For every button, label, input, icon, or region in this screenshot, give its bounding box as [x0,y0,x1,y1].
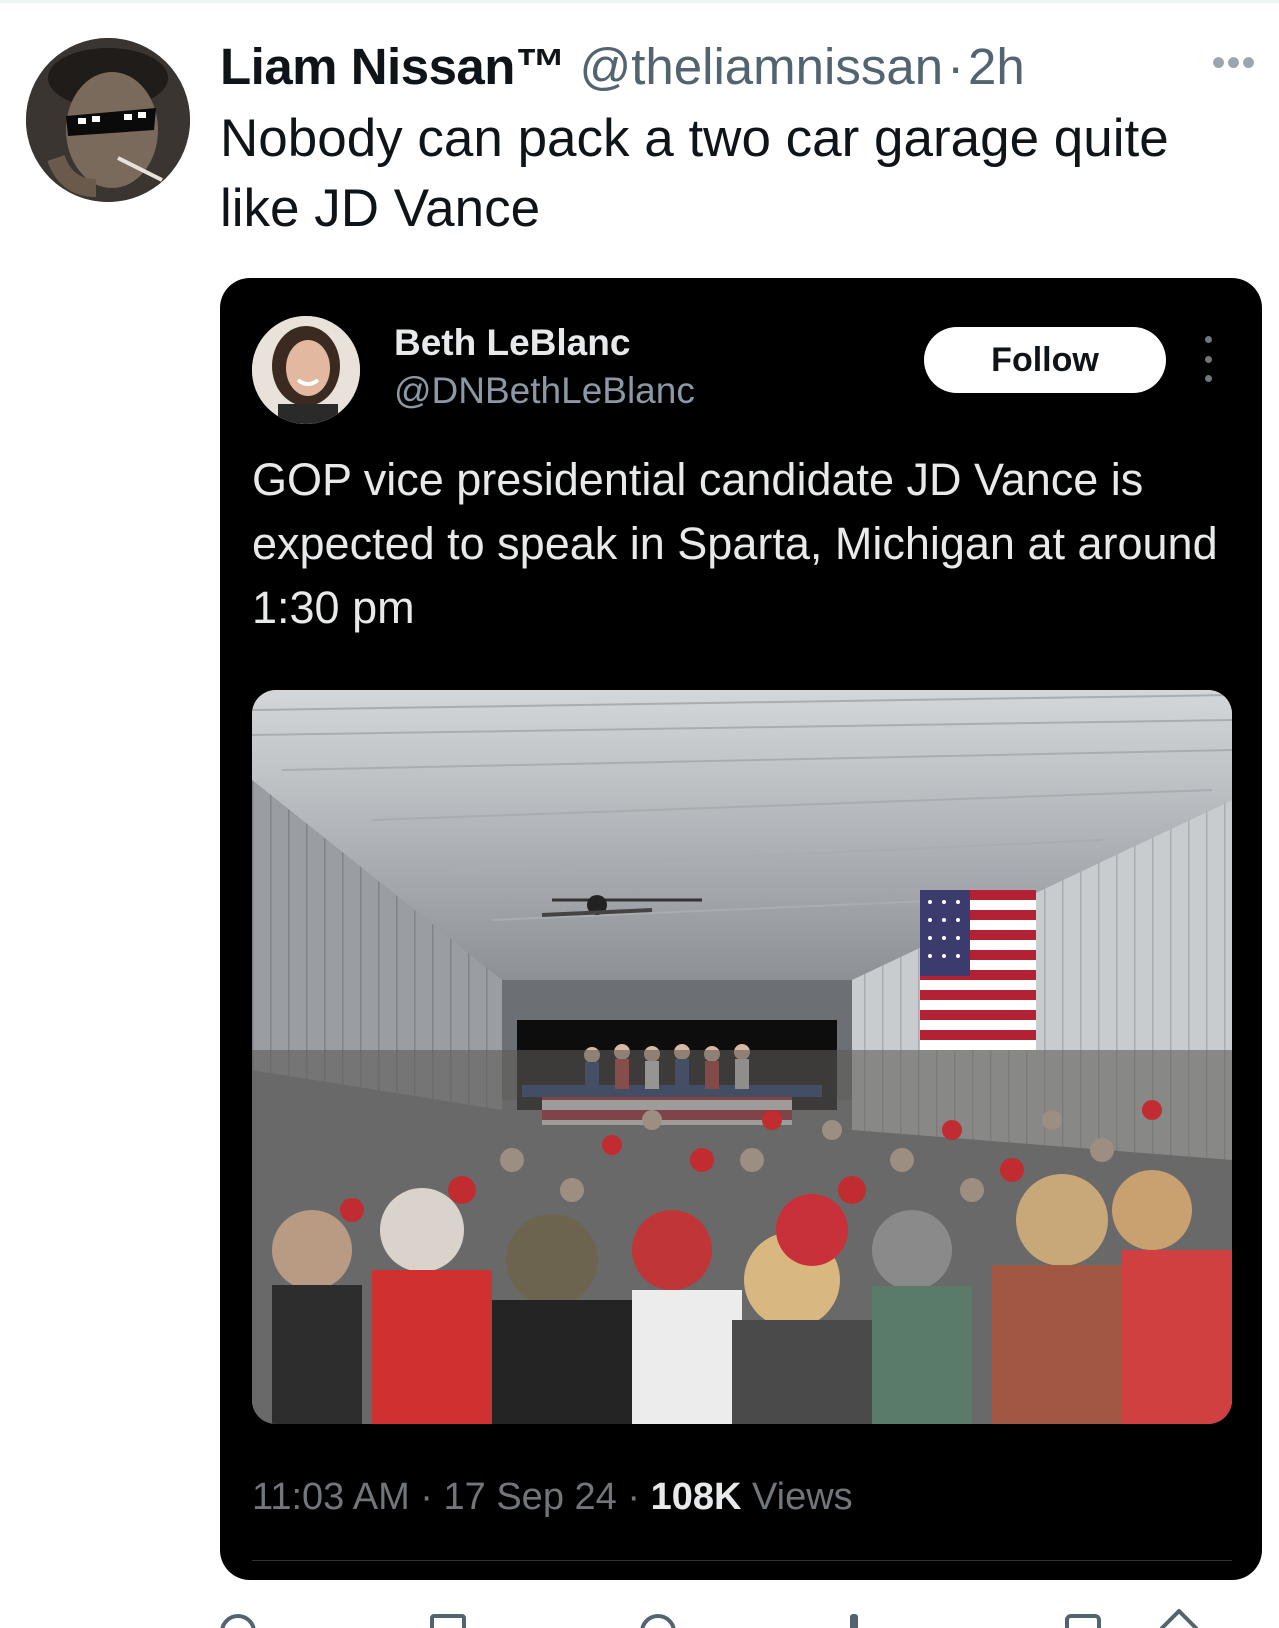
tweet-header: Liam Nissan™ @theliamnissan · 2h [220,28,1025,104]
views-label: Views [751,1476,853,1518]
reply-button[interactable] [220,1600,256,1628]
quoted-post-meta: 11:03 AM · 17 Sep 24 · 108K Views [252,1476,853,1519]
meta-separator: · [627,1476,640,1518]
bookmark-button[interactable] [1065,1600,1101,1628]
rally-photo[interactable] [252,690,1232,1424]
like-icon [640,1614,676,1628]
share-button[interactable] [1159,1600,1199,1628]
views-button[interactable] [850,1600,858,1628]
follow-button[interactable]: Follow [924,327,1166,393]
quoted-author-handle[interactable]: @DNBethLeBlanc [394,370,695,412]
author-handle[interactable]: @theliamnissan [579,37,943,96]
bookmark-icon [1065,1614,1101,1628]
quoted-author-avatar[interactable] [252,316,360,424]
retweet-button[interactable] [430,1600,466,1628]
share-icon [1159,1608,1199,1628]
tweet-text: Nobody can pack a two car garage quite l… [220,109,1169,238]
quoted-post-text: GOP vice presidential candidate JD Vance… [252,454,1218,633]
retweet-icon [430,1614,466,1628]
quoted-author-name[interactable]: Beth LeBlanc [394,322,630,364]
tweet-action-bar [220,1600,1260,1628]
divider [0,0,1279,3]
meta-separator: · [420,1476,433,1518]
more-vertical-icon[interactable] [1202,336,1214,382]
views-icon [850,1614,858,1628]
quoted-post-card[interactable]: Beth LeBlanc @DNBethLeBlanc Follow GOP v… [220,278,1262,1580]
header-separator: · [947,37,965,95]
more-horizontal-icon[interactable]: ••• [1210,43,1258,83]
tweet-timestamp[interactable]: 2h [968,37,1025,96]
like-button[interactable] [640,1600,676,1628]
views-count: 108K [650,1476,742,1518]
quoted-post-date[interactable]: 17 Sep 24 [444,1476,617,1518]
divider [252,1560,1232,1561]
tweet-screen: Liam Nissan™ @theliamnissan · 2h ••• Nob… [0,0,1279,1628]
reply-icon [220,1614,256,1628]
quoted-post-time[interactable]: 11:03 AM [252,1476,410,1518]
author-display-name[interactable]: Liam Nissan™ [220,37,566,96]
author-avatar[interactable] [26,38,190,202]
